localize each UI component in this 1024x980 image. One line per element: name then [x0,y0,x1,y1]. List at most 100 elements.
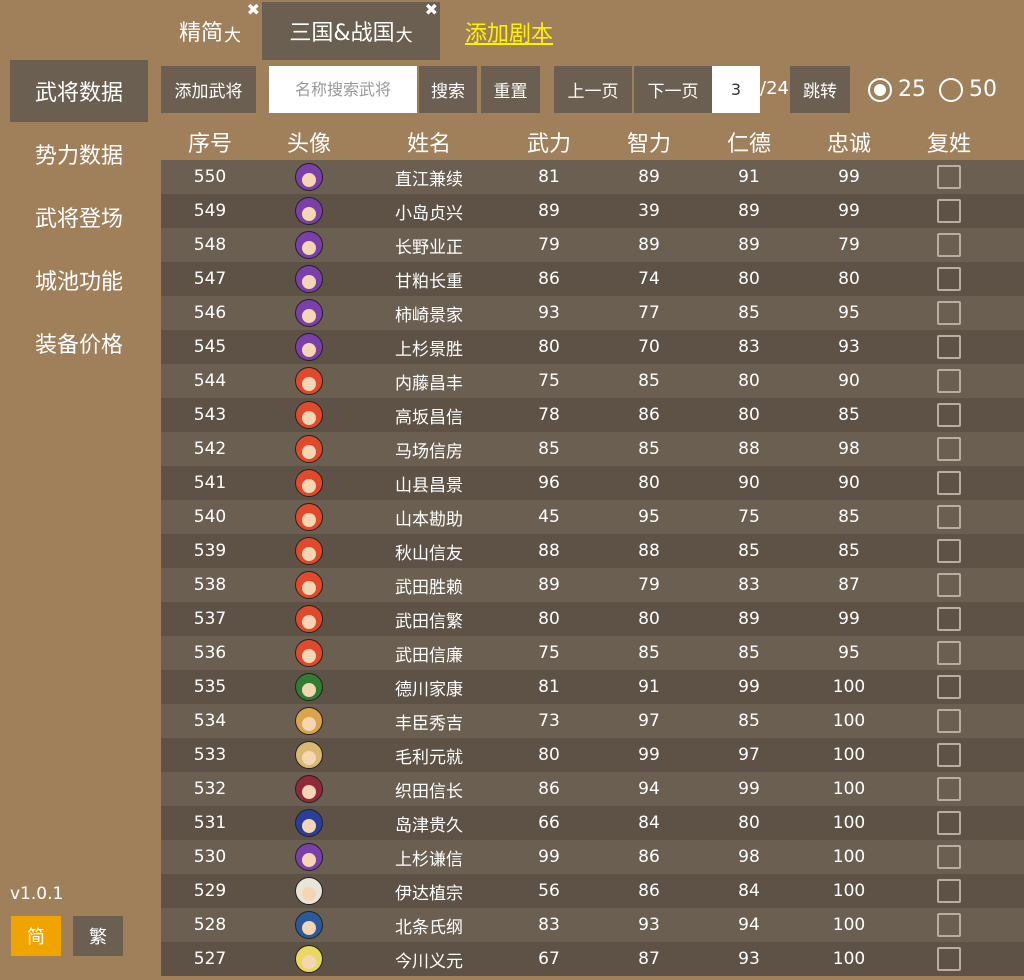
row-id: 538 [193,575,227,595]
row-intelligence: 89 [638,167,660,187]
row-intelligence: 74 [638,269,660,289]
row-name: 高坂昌信 [395,407,463,428]
search-button[interactable]: 搜索 [419,66,477,113]
table-row[interactable]: 532 织田信长 86 94 99 100 [161,772,1024,806]
page-size-25-radio[interactable]: 25 [868,77,926,102]
table-row[interactable]: 540 山本勘助 45 95 75 85 [161,500,1024,534]
prev-page-button[interactable]: 上一页 [554,66,632,113]
page-number-input[interactable] [712,66,760,113]
table-row[interactable]: 544 内藤昌丰 75 85 80 90 [161,364,1024,398]
compound-surname-checkbox[interactable] [937,267,961,291]
avatar-icon [295,605,323,633]
table-row[interactable]: 548 长野业正 79 89 89 79 [161,228,1024,262]
jump-button[interactable]: 跳转 [790,66,850,113]
table-row[interactable]: 547 甘粕长重 86 74 80 80 [161,262,1024,296]
table-row[interactable]: 543 高坂昌信 78 86 80 85 [161,398,1024,432]
table-row[interactable]: 549 小岛贞兴 89 39 89 99 [161,194,1024,228]
compound-surname-checkbox[interactable] [937,947,961,971]
compound-surname-checkbox[interactable] [937,301,961,325]
compound-surname-checkbox[interactable] [937,743,961,767]
row-name: 山本勘助 [395,509,463,530]
table-row[interactable]: 538 武田胜赖 89 79 83 87 [161,568,1024,602]
compound-surname-checkbox[interactable] [937,845,961,869]
table-row[interactable]: 529 伊达植宗 56 86 84 100 [161,874,1024,908]
table-row[interactable]: 541 山县昌景 96 80 90 90 [161,466,1024,500]
next-page-button[interactable]: 下一页 [634,66,712,113]
header-virtue[interactable]: 仁德 [699,124,799,160]
compound-surname-checkbox[interactable] [937,335,961,359]
table-row[interactable]: 539 秋山信友 88 88 85 85 [161,534,1024,568]
row-id: 549 [193,201,227,221]
compound-surname-checkbox[interactable] [937,573,961,597]
tab-three-kingdoms-warring-states[interactable]: 三国&战国大 ✖ [262,0,440,60]
sidebar-item-generals[interactable]: 武将数据 [10,60,148,122]
compound-surname-checkbox[interactable] [937,369,961,393]
sidebar-item-factions[interactable]: 势力数据 [10,123,148,185]
sidebar-item-cities[interactable]: 城池功能 [10,249,148,311]
close-icon[interactable]: ✖ [425,0,438,20]
header-name[interactable]: 姓名 [359,124,499,160]
compound-surname-checkbox[interactable] [937,505,961,529]
row-force: 75 [538,371,560,391]
table-row[interactable]: 534 丰臣秀吉 73 97 85 100 [161,704,1024,738]
compound-surname-checkbox[interactable] [937,199,961,223]
row-force: 99 [538,847,560,867]
header-loyalty[interactable]: 忠诚 [799,124,899,160]
version-label: v1.0.1 [10,884,64,904]
compound-surname-checkbox[interactable] [937,709,961,733]
row-id: 527 [193,949,227,969]
avatar-icon [295,639,323,667]
compound-surname-checkbox[interactable] [937,233,961,257]
avatar-icon [295,571,323,599]
row-intelligence: 84 [638,813,660,833]
table-row[interactable]: 536 武田信廉 75 85 85 95 [161,636,1024,670]
header-id[interactable]: 序号 [161,124,259,160]
compound-surname-checkbox[interactable] [937,403,961,427]
table-row[interactable]: 533 毛利元就 80 99 97 100 [161,738,1024,772]
header-force[interactable]: 武力 [499,124,599,160]
row-id: 529 [193,881,227,901]
row-loyalty: 95 [838,303,860,323]
tab-simplified[interactable]: 精简大 ✖ [160,0,260,60]
row-id: 548 [193,235,227,255]
table-row[interactable]: 530 上杉谦信 99 86 98 100 [161,840,1024,874]
table-row[interactable]: 546 柿崎景家 93 77 85 95 [161,296,1024,330]
search-input[interactable] [269,66,417,113]
row-name: 上杉景胜 [395,339,463,360]
compound-surname-checkbox[interactable] [937,437,961,461]
table-row[interactable]: 542 马场信房 85 85 88 98 [161,432,1024,466]
traditional-chinese-button[interactable]: 繁 [73,916,123,956]
compound-surname-checkbox[interactable] [937,641,961,665]
compound-surname-checkbox[interactable] [937,777,961,801]
table-row[interactable]: 535 德川家康 81 91 99 100 [161,670,1024,704]
close-icon[interactable]: ✖ [247,0,260,20]
row-id: 544 [193,371,227,391]
sidebar-item-equipment-prices[interactable]: 装备价格 [10,312,148,374]
compound-surname-checkbox[interactable] [937,471,961,495]
table-row[interactable]: 527 今川义元 67 87 93 100 [161,942,1024,976]
header-intelligence[interactable]: 智力 [599,124,699,160]
page-size-50-radio[interactable]: 50 [939,77,997,102]
table-row[interactable]: 531 岛津贵久 66 84 80 100 [161,806,1024,840]
compound-surname-checkbox[interactable] [937,879,961,903]
table-row[interactable]: 550 直江兼续 81 89 91 99 [161,160,1024,194]
avatar-icon [295,299,323,327]
add-script-link[interactable]: 添加剧本 [465,16,553,48]
table-row[interactable]: 528 北条氏纲 83 93 94 100 [161,908,1024,942]
row-virtue: 85 [738,711,760,731]
compound-surname-checkbox[interactable] [937,165,961,189]
add-general-button[interactable]: 添加武将 [161,66,256,113]
row-id: 530 [193,847,227,867]
simplified-chinese-button[interactable]: 简 [11,916,61,956]
sidebar-item-general-appearance[interactable]: 武将登场 [10,186,148,248]
table-row[interactable]: 537 武田信繁 80 80 89 99 [161,602,1024,636]
compound-surname-checkbox[interactable] [937,913,961,937]
row-virtue: 89 [738,201,760,221]
compound-surname-checkbox[interactable] [937,811,961,835]
compound-surname-checkbox[interactable] [937,675,961,699]
table-row[interactable]: 545 上杉景胜 80 70 83 93 [161,330,1024,364]
reset-button[interactable]: 重置 [481,66,540,113]
row-name: 德川家康 [395,679,463,700]
compound-surname-checkbox[interactable] [937,539,961,563]
compound-surname-checkbox[interactable] [937,607,961,631]
